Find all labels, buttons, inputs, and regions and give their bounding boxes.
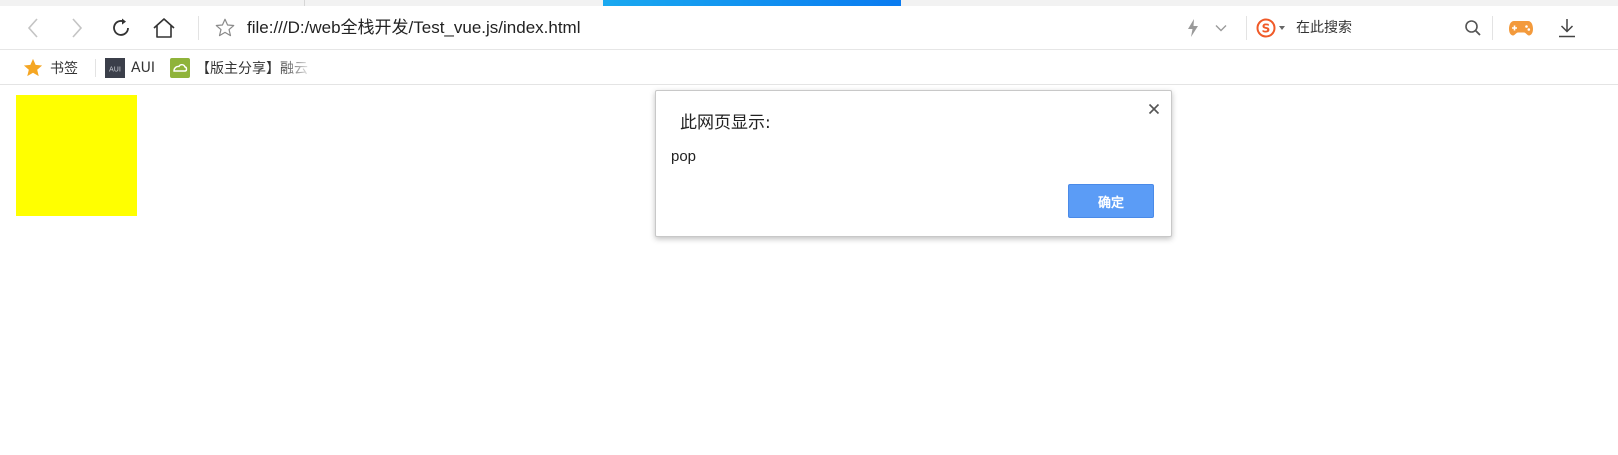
- home-icon: [153, 18, 175, 38]
- lightning-icon: [1188, 19, 1198, 37]
- star-icon: [22, 58, 44, 78]
- chevron-right-icon: [72, 18, 83, 38]
- toolbar-separator: [1246, 16, 1247, 40]
- chevron-left-icon: [27, 18, 38, 38]
- favorite-button[interactable]: [210, 13, 240, 43]
- alert-dialog: 此网页显示: pop 确定: [655, 90, 1172, 237]
- toolbar-separator: [1492, 16, 1493, 40]
- bookmark-label: 书签: [50, 61, 78, 77]
- toolbar-separator: [198, 16, 199, 40]
- browser-mode-button[interactable]: [1178, 13, 1208, 43]
- search-engine-selector[interactable]: S: [1252, 13, 1292, 43]
- reload-button[interactable]: [106, 13, 136, 43]
- yellow-box: [16, 95, 137, 216]
- aui-favicon-icon: AUI: [105, 58, 125, 78]
- bookmark-label: 【版主分享】融云: [196, 58, 308, 78]
- forward-button[interactable]: [62, 13, 92, 43]
- bookmark-item-bookmarks[interactable]: 书签: [22, 57, 78, 79]
- search-input[interactable]: 在此搜索: [1296, 18, 1352, 38]
- bookmark-item-rongcloud[interactable]: 【版主分享】融云: [170, 57, 316, 79]
- address-bar[interactable]: file:///D:/web全栈开发/Test_vue.js/index.htm…: [247, 16, 581, 40]
- dialog-close-button[interactable]: [1144, 99, 1164, 119]
- reload-icon: [113, 18, 129, 36]
- gamepad-icon: [1509, 21, 1533, 36]
- close-icon: [1148, 103, 1160, 115]
- games-button[interactable]: [1506, 13, 1536, 43]
- browser-toolbar: file:///D:/web全栈开发/Test_vue.js/index.htm…: [0, 6, 1618, 50]
- bookmark-item-aui[interactable]: AUI AUI: [105, 57, 155, 79]
- ok-button[interactable]: 确定: [1068, 184, 1154, 218]
- svg-text:S: S: [1262, 22, 1271, 36]
- svg-text:AUI: AUI: [109, 66, 121, 74]
- sogou-logo-icon: S: [1256, 18, 1285, 38]
- star-outline-icon: [215, 18, 235, 37]
- dialog-title: 此网页显示:: [680, 113, 771, 133]
- browser-mode-menu-button[interactable]: [1206, 13, 1236, 43]
- download-button[interactable]: [1552, 13, 1582, 43]
- chevron-down-icon: [1215, 25, 1227, 32]
- search-button[interactable]: [1458, 13, 1488, 43]
- home-button[interactable]: [149, 13, 179, 43]
- dialog-message: pop: [671, 148, 697, 165]
- back-button[interactable]: [18, 13, 48, 43]
- download-icon: [1559, 19, 1575, 38]
- bookmark-label: AUI: [131, 60, 155, 76]
- search-icon: [1465, 20, 1481, 36]
- bookmark-separator: [95, 59, 96, 77]
- cloud-favicon-icon: [170, 58, 190, 78]
- bookmarks-bar: 书签 AUI AUI 【版主分享】融云: [0, 50, 1618, 85]
